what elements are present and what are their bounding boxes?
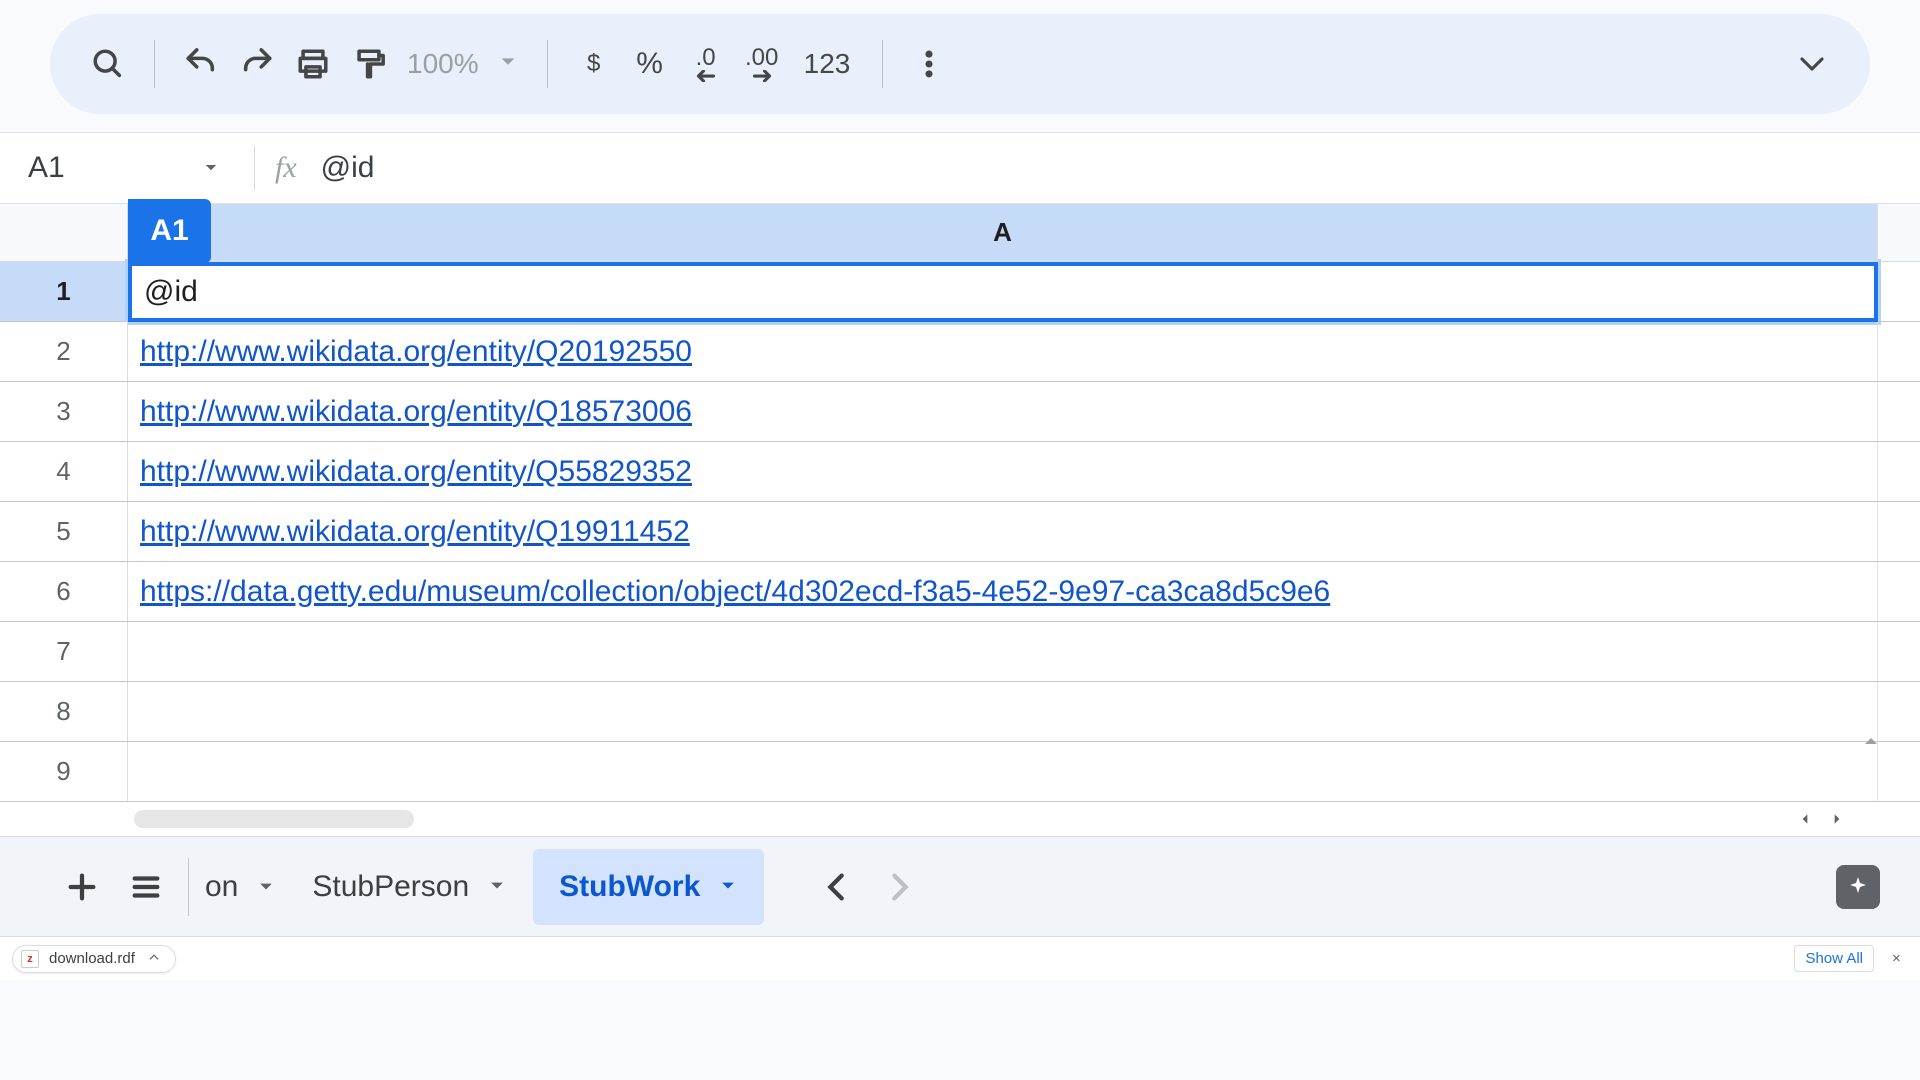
redo-button[interactable] <box>229 36 285 92</box>
all-sheets-button[interactable] <box>114 855 178 919</box>
currency-button[interactable]: $ <box>566 36 622 92</box>
grid-edge <box>1878 262 1920 322</box>
column-header-a[interactable]: A1 A <box>128 204 1878 262</box>
paint-format-button[interactable] <box>341 36 397 92</box>
cell[interactable]: http://www.wikidata.org/entity/Q20192550 <box>128 322 1878 382</box>
toolbar-separator <box>547 40 548 88</box>
sheet-tab-label: StubWork <box>559 870 700 904</box>
percent-button[interactable]: % <box>622 36 678 92</box>
download-filename: download.rdf <box>49 950 135 967</box>
cell[interactable] <box>128 622 1878 682</box>
row-header[interactable]: 9 <box>0 742 128 802</box>
download-chip[interactable]: z download.rdf <box>12 945 176 973</box>
download-bar: z download.rdf Show All × <box>0 936 1920 980</box>
toolbar-separator <box>882 40 883 88</box>
chevron-up-icon <box>147 950 161 968</box>
search-icon[interactable] <box>80 36 136 92</box>
scroll-right-button[interactable] <box>1824 806 1850 832</box>
grid-edge <box>1878 742 1920 802</box>
sheet-tab[interactable]: StubPerson <box>286 849 533 925</box>
zoom-dropdown[interactable]: 100% <box>397 48 529 80</box>
grid-edge <box>1878 622 1920 682</box>
sheet-tab[interactable]: StubWork <box>533 849 764 925</box>
row-header[interactable]: 1 <box>0 262 128 322</box>
grid-edge <box>1878 562 1920 622</box>
row-header[interactable]: 6 <box>0 562 128 622</box>
more-icon[interactable] <box>901 36 957 92</box>
row-header[interactable]: 2 <box>0 322 128 382</box>
scroll-up-button[interactable] <box>1862 732 1884 762</box>
chevron-down-icon <box>202 159 220 177</box>
sheet-tab-label: StubPerson <box>312 870 469 904</box>
toolbar: 100% $ % .0 .00 123 <box>50 14 1870 114</box>
table-row: 8 <box>0 682 1920 742</box>
column-header-label: A <box>993 217 1012 248</box>
table-row: 3http://www.wikidata.org/entity/Q1857300… <box>0 382 1920 442</box>
number-format-button[interactable]: 123 <box>790 36 865 92</box>
cell[interactable] <box>128 682 1878 742</box>
chevron-down-icon <box>256 877 276 897</box>
scroll-left-button[interactable] <box>1792 806 1818 832</box>
row-header[interactable]: 5 <box>0 502 128 562</box>
grid-edge <box>1878 682 1920 742</box>
chevron-down-icon <box>718 870 738 904</box>
table-row: 9 <box>0 742 1920 802</box>
cell[interactable] <box>128 742 1878 802</box>
active-cell-badge: A1 <box>128 199 211 263</box>
add-sheet-button[interactable] <box>50 855 114 919</box>
sheets-bar: on StubPerson StubWork <box>0 836 1920 936</box>
increase-decimal-button[interactable]: .00 <box>734 36 790 92</box>
table-row: 7 <box>0 622 1920 682</box>
cell[interactable]: http://www.wikidata.org/entity/Q18573006 <box>128 382 1878 442</box>
grid-edge <box>1878 382 1920 442</box>
toolbar-separator <box>154 40 155 88</box>
horizontal-scroll-area <box>0 802 1920 836</box>
name-box[interactable]: A1 <box>0 151 254 185</box>
toolbar-container: 100% $ % .0 .00 123 <box>0 0 1920 132</box>
row-header[interactable]: 8 <box>0 682 128 742</box>
next-sheet-button[interactable] <box>868 855 932 919</box>
undo-button[interactable] <box>173 36 229 92</box>
chevron-down-icon <box>497 48 519 80</box>
formula-input[interactable]: @id <box>321 151 375 185</box>
cell[interactable]: http://www.wikidata.org/entity/Q19911452 <box>128 502 1878 562</box>
select-all-corner[interactable] <box>0 204 128 262</box>
zoom-value: 100% <box>407 48 479 80</box>
formula-bar: A1 fx @id <box>0 132 1920 204</box>
sheet-tab-partial[interactable]: on <box>199 849 286 925</box>
horizontal-scrollbar[interactable] <box>134 810 414 828</box>
grid-edge <box>1878 442 1920 502</box>
table-row: 1@id <box>0 262 1920 322</box>
cell[interactable]: @id <box>128 262 1878 322</box>
row-header[interactable]: 7 <box>0 622 128 682</box>
cell[interactable]: http://www.wikidata.org/entity/Q55829352 <box>128 442 1878 502</box>
fx-label: fx <box>275 151 297 185</box>
close-download-bar-button[interactable]: × <box>1892 950 1908 967</box>
formula-bar-separator <box>254 146 255 190</box>
row-header[interactable]: 4 <box>0 442 128 502</box>
grid-edge <box>1878 322 1920 382</box>
print-button[interactable] <box>285 36 341 92</box>
explore-button[interactable] <box>1836 865 1880 909</box>
row-header[interactable]: 3 <box>0 382 128 442</box>
chevron-down-icon <box>487 870 507 904</box>
name-box-value: A1 <box>28 151 65 185</box>
collapse-toolbar-button[interactable] <box>1784 36 1840 92</box>
grid-edge <box>1878 502 1920 562</box>
table-row: 2http://www.wikidata.org/entity/Q2019255… <box>0 322 1920 382</box>
table-row: 6https://data.getty.edu/museum/collectio… <box>0 562 1920 622</box>
show-all-button[interactable]: Show All <box>1794 945 1874 972</box>
cell[interactable]: https://data.getty.edu/museum/collection… <box>128 562 1878 622</box>
sheets-separator <box>188 858 189 916</box>
spreadsheet-grid: A1 A 1@id2http://www.wikidata.org/entity… <box>0 204 1920 836</box>
file-icon: z <box>21 950 39 968</box>
prev-sheet-button[interactable] <box>804 855 868 919</box>
table-row: 5http://www.wikidata.org/entity/Q1991145… <box>0 502 1920 562</box>
table-row: 4http://www.wikidata.org/entity/Q5582935… <box>0 442 1920 502</box>
decrease-decimal-button[interactable]: .0 <box>678 36 734 92</box>
grid-edge <box>1878 204 1920 262</box>
sheet-tab-label: on <box>205 870 238 904</box>
